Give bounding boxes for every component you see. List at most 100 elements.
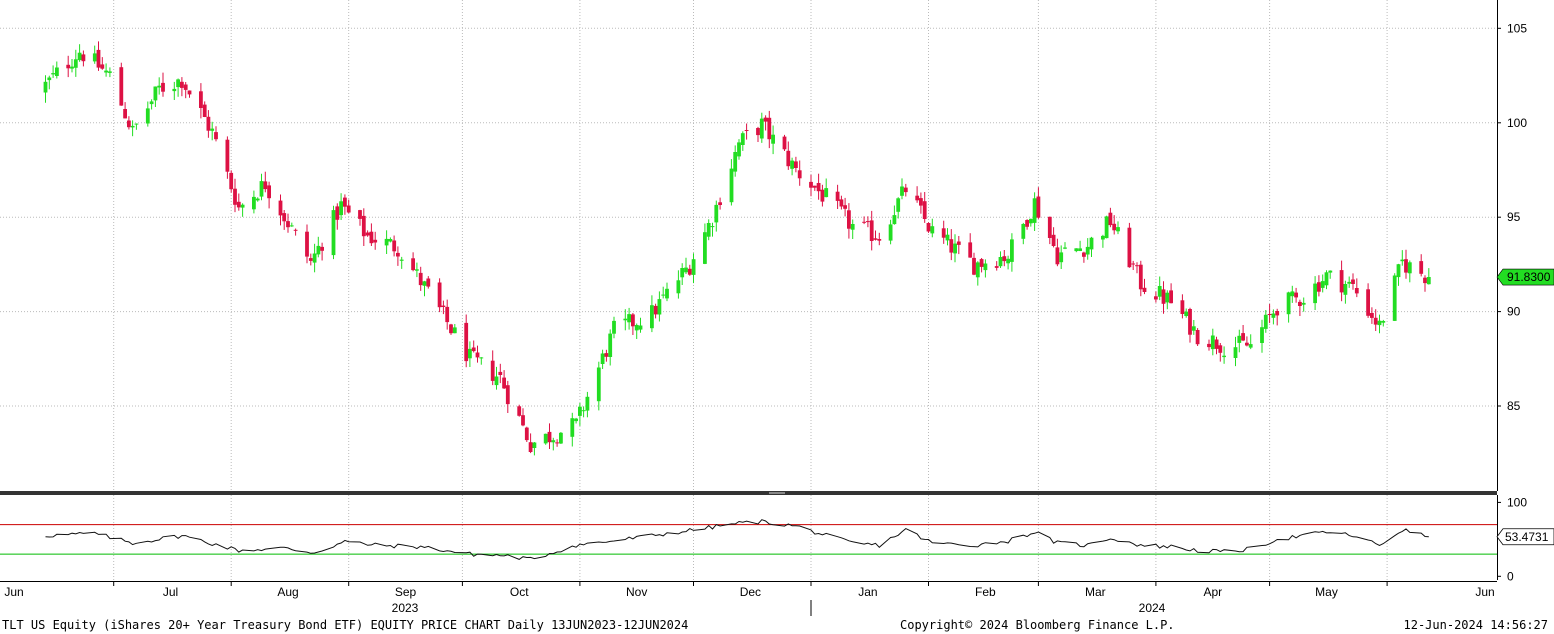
x-month-label: Mar — [1085, 585, 1106, 599]
x-month-label: Jun — [1475, 585, 1494, 599]
candle-body — [941, 228, 946, 238]
candle-body — [81, 54, 86, 62]
candle-body — [1154, 296, 1158, 300]
candle-body — [676, 280, 681, 294]
candle-body — [47, 77, 52, 81]
candle-body — [449, 324, 453, 334]
candle-body — [604, 353, 609, 357]
candle-body — [555, 442, 559, 444]
candle-body — [585, 396, 590, 411]
candle-body — [278, 200, 283, 216]
candle-body — [1074, 248, 1079, 252]
candle-body — [134, 123, 139, 125]
candle-body — [210, 128, 215, 131]
candle-body — [149, 101, 154, 105]
candle-body — [623, 318, 628, 321]
candle-body — [1343, 284, 1348, 295]
candle-body — [471, 347, 476, 352]
candle-body — [308, 258, 313, 261]
candle-body — [972, 257, 976, 275]
candle-body — [737, 142, 741, 157]
candle-body — [790, 160, 794, 169]
candle-body — [665, 288, 669, 299]
candle-body — [100, 64, 105, 69]
candle-body — [1347, 281, 1352, 284]
x-month-label: Jul — [163, 585, 178, 599]
candle-body — [108, 71, 112, 73]
x-month-label: Aug — [277, 585, 298, 599]
price-tick-label: 105 — [1507, 21, 1527, 35]
panel-divider[interactable] — [0, 491, 1497, 495]
candle-body — [183, 84, 188, 90]
candle-body — [956, 241, 961, 245]
candle-body — [839, 199, 844, 207]
candle-body — [236, 201, 241, 208]
candle-body — [1354, 288, 1359, 294]
candle-body — [816, 183, 821, 192]
candle-body — [1059, 252, 1064, 263]
candle-body — [240, 204, 245, 208]
candle-body — [1108, 212, 1113, 226]
price-last-value: 91.8300 — [1507, 270, 1551, 284]
candle-body — [1370, 313, 1374, 318]
candle-body — [399, 259, 404, 261]
candle-body — [862, 221, 866, 223]
x-month-label: Sep — [395, 585, 417, 599]
candle-body — [1010, 239, 1014, 262]
candle-body — [214, 132, 218, 140]
candle-body — [650, 305, 654, 329]
candle-body — [873, 238, 878, 240]
candle-body — [1294, 292, 1298, 298]
candle-body — [794, 161, 798, 168]
candle-body — [1298, 301, 1302, 306]
candle-body — [687, 268, 692, 275]
candle-body — [1381, 321, 1386, 323]
candle-body — [1248, 344, 1253, 348]
rsi-tick-label: 0 — [1507, 569, 1514, 583]
candle-body — [1006, 258, 1010, 264]
candle-body — [892, 215, 897, 225]
candle-body — [123, 109, 127, 119]
candle-body — [1377, 320, 1382, 326]
candle-body — [119, 67, 124, 106]
candle-body — [468, 348, 472, 359]
candle-body — [199, 91, 203, 108]
candle-body — [763, 117, 768, 122]
candle-body — [502, 377, 506, 389]
candle-body — [1142, 287, 1147, 292]
candle-body — [1426, 277, 1431, 285]
candle-body — [1101, 235, 1105, 240]
candle-body — [953, 243, 957, 254]
candle-body — [1313, 283, 1317, 304]
candle-body — [1029, 218, 1033, 224]
candle-body — [1339, 270, 1344, 293]
chart-root: 105 100 95 90 85 91.8300 100 0 53.4731 Jun Jul Au… — [0, 0, 1554, 634]
candle-body — [263, 181, 268, 190]
candle-body — [130, 125, 135, 128]
candle-body — [1260, 327, 1264, 343]
candle-body — [1237, 335, 1242, 343]
candle-body — [1267, 314, 1272, 315]
candle-body — [877, 239, 882, 241]
candle-body — [161, 82, 165, 92]
candle-body — [255, 198, 260, 201]
candle-body — [729, 168, 734, 203]
candle-body — [1275, 311, 1280, 316]
candle-body — [1104, 216, 1109, 239]
candle-body — [1320, 281, 1325, 288]
panel-resize-handle[interactable] — [769, 492, 785, 494]
candle-body — [225, 139, 230, 172]
candle-body — [786, 150, 791, 167]
candle-body — [718, 202, 722, 205]
candle-body — [703, 232, 707, 264]
candle-body — [559, 432, 563, 444]
candle-body — [1112, 223, 1117, 231]
candle-body — [320, 246, 324, 251]
candle-body — [608, 333, 613, 357]
candle-body — [1036, 196, 1041, 218]
x-month-label: Jun — [4, 585, 23, 599]
candle-body — [452, 327, 457, 334]
candle-body — [392, 240, 397, 252]
candle-body — [744, 130, 749, 131]
candle-body — [903, 187, 908, 193]
